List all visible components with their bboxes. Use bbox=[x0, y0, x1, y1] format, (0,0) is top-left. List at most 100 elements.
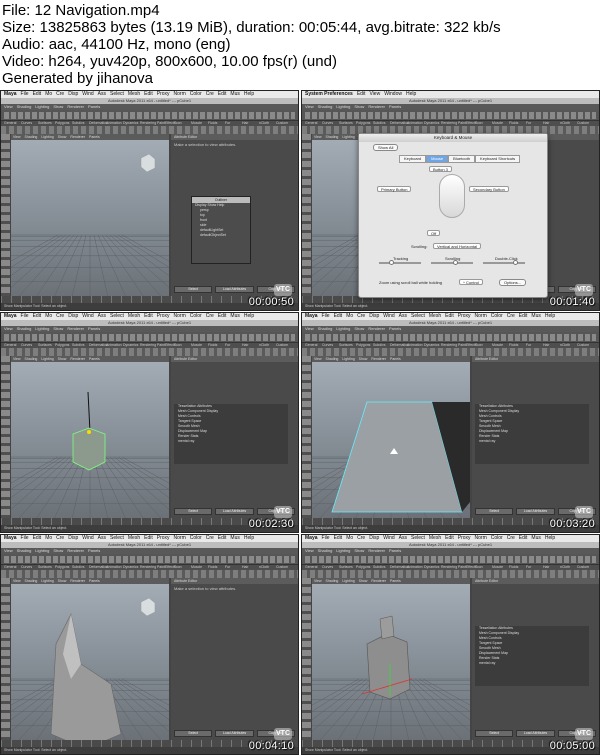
slider-knob[interactable] bbox=[389, 260, 394, 265]
slider-knob[interactable] bbox=[513, 260, 518, 265]
menubar-item[interactable]: Edit bbox=[519, 313, 528, 320]
menubar-item[interactable]: Wind bbox=[383, 535, 394, 542]
attribute-button[interactable]: Load Attributes bbox=[215, 508, 254, 515]
attribute-section[interactable]: mental ray bbox=[174, 439, 288, 444]
viewport-panel[interactable]: ViewShadingLightingShowRendererPanels bbox=[312, 356, 470, 518]
menubar-item[interactable]: Edit bbox=[144, 313, 153, 320]
menubar-item[interactable]: Select bbox=[411, 313, 425, 320]
menubar-item[interactable]: Help bbox=[545, 313, 555, 320]
menubar-item[interactable]: Cre bbox=[357, 535, 365, 542]
menubar-item[interactable]: Mo bbox=[45, 91, 52, 98]
toolbox[interactable] bbox=[1, 356, 10, 518]
secondary-button-popup[interactable]: Secondary Button bbox=[469, 186, 509, 192]
shelf-icons[interactable] bbox=[302, 348, 599, 356]
menubar-item[interactable]: Help bbox=[244, 535, 254, 542]
toolbox[interactable] bbox=[302, 356, 311, 518]
menubar-item[interactable]: Disp bbox=[369, 313, 379, 320]
menubar-item[interactable]: Edit bbox=[334, 313, 343, 320]
toolbox[interactable] bbox=[1, 134, 10, 296]
menubar-item[interactable]: Mesh bbox=[128, 535, 140, 542]
menubar-item[interactable]: Color bbox=[190, 91, 202, 98]
toolbox[interactable] bbox=[302, 134, 311, 296]
menubar-item[interactable]: Maya bbox=[4, 535, 17, 542]
menubar-item[interactable]: Mus bbox=[531, 535, 540, 542]
menubar-item[interactable]: Edit bbox=[218, 313, 227, 320]
shelf-icons[interactable] bbox=[1, 126, 298, 134]
shelf-icons[interactable] bbox=[302, 570, 599, 578]
menubar-item[interactable]: File bbox=[21, 91, 29, 98]
menubar-item[interactable]: Color bbox=[190, 535, 202, 542]
menubar-item[interactable]: Mesh bbox=[128, 91, 140, 98]
button3-popup[interactable]: Button 3 bbox=[429, 166, 452, 172]
speed-slider[interactable] bbox=[483, 260, 525, 265]
viewport-panel[interactable]: ViewShadingLightingShowRendererPanels bbox=[11, 134, 169, 296]
toolbar-icons[interactable] bbox=[305, 112, 596, 119]
menubar-item[interactable]: Mesh bbox=[128, 313, 140, 320]
menubar-item[interactable]: Edit bbox=[519, 535, 528, 542]
zoom-key-popup[interactable]: ^ Control bbox=[459, 279, 483, 285]
menubar-item[interactable]: Help bbox=[406, 91, 416, 98]
menubar-item[interactable]: Select bbox=[110, 313, 124, 320]
menubar-item[interactable]: Cre bbox=[56, 313, 64, 320]
menubar-item[interactable]: Color bbox=[491, 535, 503, 542]
menubar-item[interactable]: Norm bbox=[475, 535, 487, 542]
menubar-item[interactable]: Help bbox=[244, 91, 254, 98]
viewport-panel[interactable]: ViewShadingLightingShowRendererPanels bbox=[11, 578, 169, 740]
menubar-item[interactable]: Mo bbox=[45, 535, 52, 542]
menubar-item[interactable]: Norm bbox=[475, 313, 487, 320]
menubar-item[interactable]: Disp bbox=[68, 535, 78, 542]
speed-slider[interactable] bbox=[379, 260, 421, 265]
attribute-button[interactable]: Select bbox=[174, 286, 213, 293]
toolbar-icons[interactable] bbox=[305, 334, 596, 341]
menubar-item[interactable]: File bbox=[322, 313, 330, 320]
menubar-item[interactable]: Cre bbox=[206, 313, 214, 320]
menubar-item[interactable]: Color bbox=[491, 313, 503, 320]
menubar-item[interactable]: Edit bbox=[218, 91, 227, 98]
prefs-tab[interactable]: Mouse bbox=[426, 155, 449, 163]
menubar-item[interactable]: Norm bbox=[174, 313, 186, 320]
menubar-item[interactable]: Maya bbox=[305, 313, 318, 320]
attribute-section[interactable]: mental ray bbox=[475, 661, 589, 666]
menubar-item[interactable]: Edit bbox=[33, 535, 42, 542]
menubar-item[interactable]: Edit bbox=[144, 91, 153, 98]
menubar-item[interactable]: Mesh bbox=[429, 313, 441, 320]
prefs-tab[interactable]: Keyboard bbox=[399, 155, 427, 163]
toolbar-icons[interactable] bbox=[4, 112, 295, 119]
menubar-item[interactable]: Select bbox=[110, 535, 124, 542]
primary-button-popup[interactable]: Primary Button bbox=[377, 186, 412, 192]
menubar-item[interactable]: Wind bbox=[82, 535, 93, 542]
menubar-item[interactable]: Maya bbox=[4, 313, 17, 320]
options-button[interactable]: Options... bbox=[499, 279, 527, 286]
menubar-item[interactable]: File bbox=[322, 535, 330, 542]
menubar-item[interactable]: System Preferences bbox=[305, 91, 353, 98]
menubar-item[interactable]: File bbox=[21, 313, 29, 320]
menubar-item[interactable]: Ass bbox=[98, 91, 106, 98]
menubar-item[interactable]: Ass bbox=[399, 535, 407, 542]
menubar-item[interactable]: Edit bbox=[445, 313, 454, 320]
shelf-icons[interactable] bbox=[1, 348, 298, 356]
menubar-item[interactable]: Ass bbox=[98, 313, 106, 320]
menubar-item[interactable]: Color bbox=[190, 313, 202, 320]
toolbox[interactable] bbox=[1, 578, 10, 740]
menubar-item[interactable]: Disp bbox=[68, 313, 78, 320]
menubar-item[interactable]: Cre bbox=[507, 313, 515, 320]
off-popup[interactable]: Off bbox=[427, 230, 441, 236]
shelf-icons[interactable] bbox=[1, 570, 298, 578]
prefs-tab[interactable]: Keyboard Shortcuts bbox=[475, 155, 521, 163]
toolbar-icons[interactable] bbox=[4, 334, 295, 341]
menubar-item[interactable]: Maya bbox=[305, 535, 318, 542]
menubar-item[interactable]: Edit bbox=[357, 91, 366, 98]
menubar-item[interactable]: Cre bbox=[357, 313, 365, 320]
menubar-item[interactable]: Window bbox=[384, 91, 402, 98]
toolbox[interactable] bbox=[302, 578, 311, 740]
attribute-section[interactable]: mental ray bbox=[475, 439, 589, 444]
menubar-item[interactable]: Help bbox=[244, 313, 254, 320]
menubar-item[interactable]: Edit bbox=[144, 535, 153, 542]
menubar-item[interactable]: Proxy bbox=[458, 313, 471, 320]
menubar-item[interactable]: Maya bbox=[4, 91, 17, 98]
menubar-item[interactable]: Edit bbox=[218, 535, 227, 542]
menubar-item[interactable]: Edit bbox=[33, 91, 42, 98]
menubar-item[interactable]: Mo bbox=[346, 535, 353, 542]
menubar-item[interactable]: Cre bbox=[206, 535, 214, 542]
toolbar-icons[interactable] bbox=[305, 556, 596, 563]
